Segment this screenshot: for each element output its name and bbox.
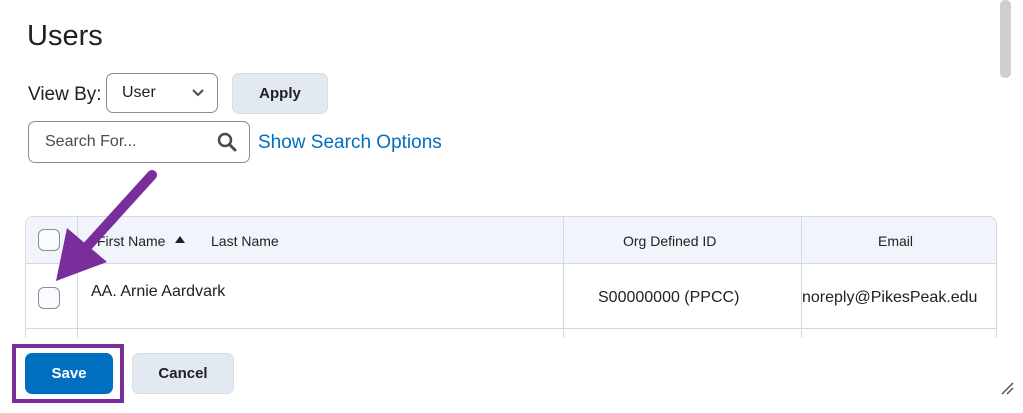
search-icon[interactable] — [217, 132, 237, 152]
save-button[interactable]: Save — [25, 353, 113, 394]
search-box — [28, 121, 250, 163]
select-all-checkbox[interactable] — [38, 229, 60, 251]
scrollbar-thumb[interactable] — [1000, 0, 1011, 78]
row-checkbox[interactable] — [38, 287, 60, 309]
user-org-id: S00000000 (PPCC) — [598, 289, 740, 306]
user-email: noreply@PikesPeak.edu — [802, 289, 978, 306]
view-by-label: View By: — [28, 84, 102, 105]
user-name[interactable]: AA. Arnie Aardvark — [91, 283, 225, 301]
users-table: First Name Last Name Org Defined ID Emai… — [25, 216, 997, 338]
email-header: Email — [878, 233, 914, 249]
view-by-value: User — [122, 84, 156, 101]
table-row: AA. Arnie Aardvark S00000000 (PPCC) nore… — [26, 264, 996, 329]
resize-grip-icon[interactable] — [1000, 381, 1014, 395]
view-by-select[interactable]: User — [106, 73, 218, 113]
apply-button[interactable]: Apply — [232, 73, 328, 114]
sort-ascending-icon — [175, 236, 185, 243]
search-input[interactable] — [43, 132, 197, 152]
last-name-header[interactable]: Last Name — [211, 233, 279, 249]
page-title: Users — [27, 20, 103, 52]
table-header: First Name Last Name Org Defined ID Emai… — [26, 217, 996, 264]
org-id-header: Org Defined ID — [623, 233, 717, 249]
show-search-options-link[interactable]: Show Search Options — [258, 132, 442, 154]
annotation-arrow — [56, 170, 157, 281]
first-name-header[interactable]: First Name — [97, 233, 165, 249]
cancel-button[interactable]: Cancel — [132, 353, 234, 394]
chevron-down-icon — [192, 89, 204, 97]
